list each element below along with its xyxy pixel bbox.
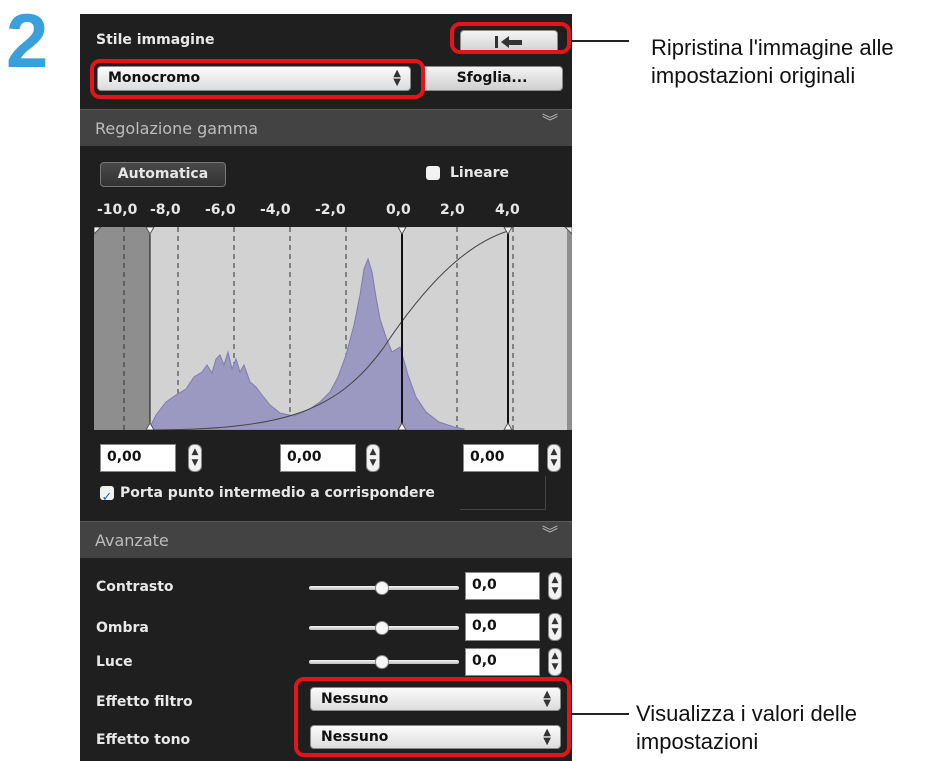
contrast-input[interactable]: 0,0 <box>465 572 540 600</box>
contrast-stepper[interactable]: ▲ ▼ <box>548 572 562 600</box>
highlight-input[interactable]: 0,0 <box>465 648 540 676</box>
gamma-black-input[interactable]: 0,00 <box>100 444 176 472</box>
linear-checkbox[interactable] <box>426 166 440 180</box>
tick-label: -2,0 <box>315 202 346 218</box>
highlight-slider-knob[interactable] <box>375 655 389 669</box>
gamma-white-input[interactable]: 0,00 <box>463 444 539 472</box>
step-number: 2 <box>6 0 49 84</box>
advanced-section-header[interactable]: Avanzate ︾ <box>80 521 572 558</box>
tick-label: -4,0 <box>260 202 291 218</box>
gamma-mid-stepper[interactable]: ▲ ▼ <box>366 444 380 472</box>
shadow-input[interactable]: 0,0 <box>465 613 540 641</box>
gamma-section-header[interactable]: Regolazione gamma ︾ <box>80 109 572 146</box>
midpoint-checkbox[interactable]: ✓ <box>100 486 114 505</box>
advanced-section-title: Avanzate <box>95 531 169 550</box>
tick-label: -8,0 <box>150 202 181 218</box>
contrast-slider-knob[interactable] <box>375 581 389 595</box>
gamma-tick-labels: -10,0 -8,0 -6,0 -4,0 -2,0 0,0 2,0 4,0 <box>80 202 572 222</box>
browse-button[interactable]: Sfoglia... <box>421 66 563 91</box>
highlight-label: Luce <box>96 654 133 670</box>
collapse-chevron-icon: ︾ <box>541 524 558 543</box>
auto-button[interactable]: Automatica <box>100 162 226 187</box>
collapse-chevron-icon: ︾ <box>541 112 558 131</box>
reset-leader-line <box>571 40 629 42</box>
tick-label: 0,0 <box>386 202 411 218</box>
contrast-label: Contrasto <box>96 579 174 595</box>
gamma-histogram[interactable] <box>94 227 572 430</box>
picture-style-label: Stile immagine <box>96 32 215 48</box>
tick-label: -10,0 <box>97 202 138 218</box>
effects-highlight-frame <box>294 677 571 757</box>
highlight-stepper[interactable]: ▲ ▼ <box>548 648 562 676</box>
tick-label: 2,0 <box>440 202 465 218</box>
reset-highlight-frame <box>450 22 571 54</box>
linear-label: Lineare <box>450 165 510 181</box>
style-select-highlight-frame <box>90 59 425 99</box>
gamma-black-stepper[interactable]: ▲ ▼ <box>188 444 202 472</box>
tick-label: -6,0 <box>205 202 236 218</box>
checkmark-icon: ✓ <box>101 490 113 505</box>
shadow-slider-knob[interactable] <box>375 621 389 635</box>
tick-label: 4,0 <box>495 202 520 218</box>
gamma-section-title: Regolazione gamma <box>95 119 259 138</box>
values-callout-text: Visualizza i valori delle impostazioni <box>636 701 857 754</box>
divider <box>460 476 546 510</box>
picture-style-panel: Stile immagine Monocromo ▲ ▼ Sfoglia... R… <box>80 14 572 761</box>
toning-effect-label: Effetto tono <box>96 732 191 748</box>
reset-callout-text: Ripristina l'immagine alle impostazioni … <box>651 35 894 88</box>
values-leader-line <box>571 713 629 715</box>
shadow-label: Ombra <box>96 620 149 636</box>
gamma-mid-input[interactable]: 0,00 <box>280 444 356 472</box>
shadow-stepper[interactable]: ▲ ▼ <box>548 613 562 641</box>
filter-effect-label: Effetto filtro <box>96 694 193 710</box>
gamma-white-stepper[interactable]: ▲ ▼ <box>547 444 561 472</box>
midpoint-label: Porta punto intermedio a corrispondere <box>120 485 435 501</box>
